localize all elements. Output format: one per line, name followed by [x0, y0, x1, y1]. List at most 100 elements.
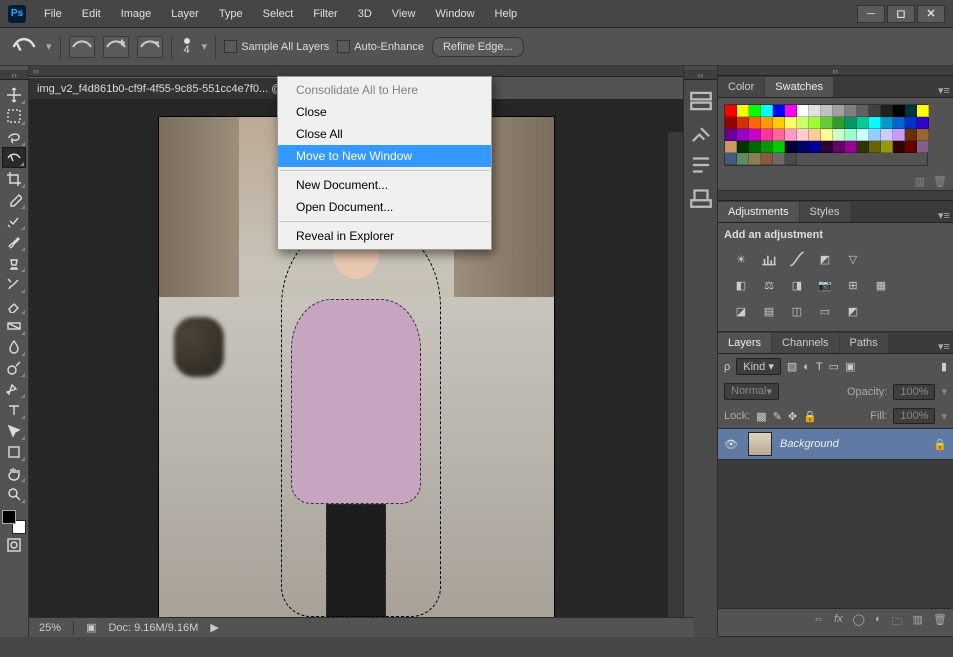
- swatch[interactable]: [749, 105, 761, 117]
- swatch[interactable]: [809, 105, 821, 117]
- delete-layer-icon[interactable]: 🗑: [933, 613, 947, 632]
- sample-all-layers-checkbox[interactable]: Sample All Layers: [224, 40, 329, 53]
- swatch[interactable]: [917, 141, 929, 153]
- swatch[interactable]: [857, 117, 869, 129]
- swatch[interactable]: [857, 105, 869, 117]
- eraser-tool[interactable]: [2, 294, 26, 315]
- brightness-contrast-icon[interactable]: ☀: [732, 251, 750, 267]
- shape-tool[interactable]: [2, 441, 26, 462]
- swatch[interactable]: [821, 105, 833, 117]
- menu-type[interactable]: Type: [209, 0, 253, 28]
- filter-smart-icon[interactable]: ▣: [845, 360, 855, 373]
- swatch[interactable]: [737, 129, 749, 141]
- minimize-button[interactable]: ─: [857, 5, 885, 23]
- type-tool[interactable]: [2, 399, 26, 420]
- swatch[interactable]: [737, 117, 749, 129]
- selective-color-icon[interactable]: ◩: [844, 303, 862, 319]
- zoom-level[interactable]: 25%: [39, 622, 61, 634]
- character-panel-icon[interactable]: [688, 182, 714, 212]
- swatch[interactable]: [749, 129, 761, 141]
- exposure-icon[interactable]: ◩: [816, 251, 834, 267]
- swatch[interactable]: [749, 153, 761, 165]
- swatch[interactable]: [725, 105, 737, 117]
- hue-sat-icon[interactable]: ◧: [732, 277, 750, 293]
- swatch[interactable]: [905, 129, 917, 141]
- swatch[interactable]: [785, 153, 797, 165]
- swatch[interactable]: [809, 141, 821, 153]
- swatch[interactable]: [845, 105, 857, 117]
- swatch[interactable]: [857, 141, 869, 153]
- swatch[interactable]: [809, 117, 821, 129]
- lock-transparency-icon[interactable]: ▩: [756, 410, 766, 423]
- filter-shape-icon[interactable]: ▭: [829, 360, 839, 373]
- menu-edit[interactable]: Edit: [72, 0, 111, 28]
- stamp-tool[interactable]: [2, 252, 26, 273]
- swatch[interactable]: [809, 129, 821, 141]
- color-lookup-icon[interactable]: ▦: [872, 277, 890, 293]
- toolbox-grip[interactable]: ››: [0, 70, 28, 80]
- quick-select-tool[interactable]: [2, 147, 26, 168]
- swatches-menu-icon[interactable]: ▾≡: [935, 84, 953, 97]
- layer-visibility-icon[interactable]: 👁: [724, 438, 740, 451]
- layer-filter-kind[interactable]: Kind ▾: [736, 358, 781, 375]
- swatch[interactable]: [737, 141, 749, 153]
- swatch[interactable]: [785, 129, 797, 141]
- swatch[interactable]: [917, 105, 929, 117]
- swatch[interactable]: [821, 141, 833, 153]
- tab-adjustments[interactable]: Adjustments: [718, 202, 799, 222]
- swatch[interactable]: [773, 105, 785, 117]
- fx-icon[interactable]: fx: [834, 613, 843, 632]
- ctx-new-document[interactable]: New Document...: [278, 174, 491, 196]
- auto-enhance-checkbox[interactable]: Auto-Enhance: [337, 40, 424, 53]
- swatch[interactable]: [725, 129, 737, 141]
- status-flyout-arrow[interactable]: ▶: [210, 621, 218, 634]
- swatch[interactable]: [893, 141, 905, 153]
- swatch[interactable]: [857, 129, 869, 141]
- subtract-from-selection-button[interactable]: [137, 36, 163, 58]
- vibrance-icon[interactable]: ▽: [844, 251, 862, 267]
- menu-file[interactable]: File: [34, 0, 72, 28]
- swatch[interactable]: [821, 129, 833, 141]
- new-layer-icon[interactable]: ▥: [913, 613, 923, 632]
- tab-styles[interactable]: Styles: [800, 202, 850, 222]
- adjustments-menu-icon[interactable]: ▾≡: [935, 209, 953, 222]
- swatch[interactable]: [881, 117, 893, 129]
- swatch[interactable]: [749, 141, 761, 153]
- swatch[interactable]: [761, 153, 773, 165]
- swatch[interactable]: [773, 117, 785, 129]
- swatch[interactable]: [785, 117, 797, 129]
- menu-select[interactable]: Select: [253, 0, 304, 28]
- adjustments-grip[interactable]: [718, 191, 953, 201]
- swatch[interactable]: [797, 141, 809, 153]
- swatch[interactable]: [917, 129, 929, 141]
- swatch[interactable]: [833, 117, 845, 129]
- swatch[interactable]: [869, 105, 881, 117]
- menu-view[interactable]: View: [382, 0, 426, 28]
- black-white-icon[interactable]: ◨: [788, 277, 806, 293]
- link-layers-icon[interactable]: ⇔: [813, 613, 824, 632]
- eyedropper-tool[interactable]: [2, 189, 26, 210]
- collapsed-grip[interactable]: ‹‹: [684, 70, 717, 80]
- dodge-tool[interactable]: [2, 357, 26, 378]
- hand-tool[interactable]: [2, 462, 26, 483]
- tab-swatches[interactable]: Swatches: [765, 77, 833, 97]
- filter-pixel-icon[interactable]: ▧: [787, 360, 797, 373]
- swatch[interactable]: [833, 129, 845, 141]
- healing-tool[interactable]: [2, 210, 26, 231]
- menu-layer[interactable]: Layer: [161, 0, 209, 28]
- swatch[interactable]: [725, 153, 737, 165]
- path-select-tool[interactable]: [2, 420, 26, 441]
- history-panel-icon[interactable]: [688, 86, 714, 116]
- brush-presets-panel-icon[interactable]: [688, 118, 714, 148]
- menu-image[interactable]: Image: [111, 0, 162, 28]
- paragraph-panel-icon[interactable]: [688, 150, 714, 180]
- threshold-icon[interactable]: ◫: [788, 303, 806, 319]
- blend-mode-dropdown[interactable]: Normal ▾: [724, 383, 779, 400]
- curves-icon[interactable]: [788, 251, 806, 267]
- filter-type-icon[interactable]: T: [816, 361, 823, 373]
- invert-icon[interactable]: ◪: [732, 303, 750, 319]
- swatch[interactable]: [761, 141, 773, 153]
- canvas-scrollbar-vertical[interactable]: [667, 132, 683, 621]
- marquee-tool[interactable]: [2, 105, 26, 126]
- swatch[interactable]: [773, 141, 785, 153]
